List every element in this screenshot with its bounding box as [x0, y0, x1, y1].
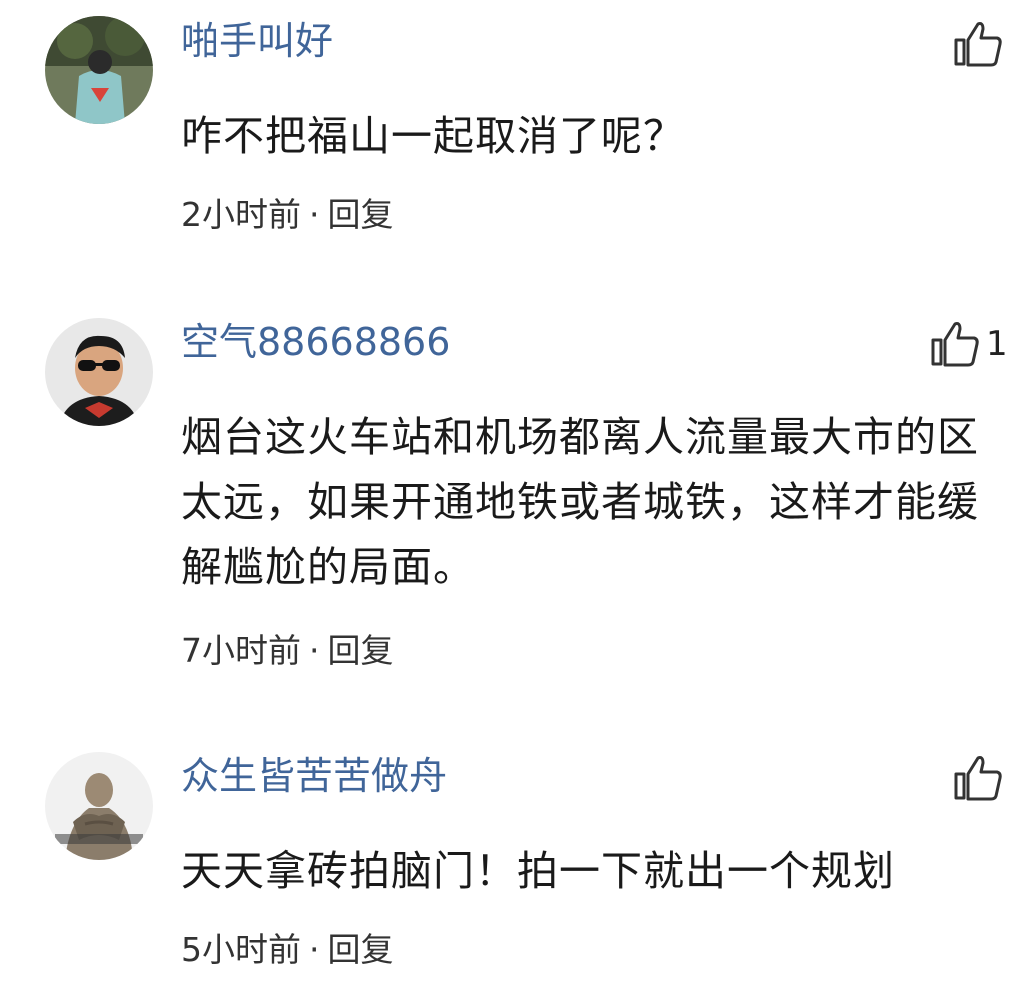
comment-meta: 2小时前 · 回复: [181, 198, 394, 231]
avatar-sunglasses-man-icon: [45, 318, 153, 426]
username[interactable]: 空气88668866: [181, 323, 450, 361]
timestamp: 5小时前: [181, 930, 301, 969]
avatar-superman-shirt-icon: [45, 16, 153, 124]
thumbs-up-icon: [931, 322, 979, 367]
comment-meta: 7小时前 · 回复: [181, 634, 394, 667]
comment-text: 烟台这火车站和机场都离人流量最大市的区太远，如果开通地铁或者城铁，这样才能缓解尴…: [181, 413, 979, 591]
avatar[interactable]: [45, 752, 153, 860]
username[interactable]: 啪手叫好: [181, 22, 333, 60]
avatar-statue-icon: [45, 752, 153, 860]
username[interactable]: 众生皆苦苦做舟: [181, 757, 447, 795]
timestamp: 7小时前: [181, 631, 301, 670]
separator: ·: [309, 631, 320, 670]
like-button[interactable]: [953, 754, 1009, 802]
reply-button[interactable]: 回复: [328, 195, 394, 234]
reply-button[interactable]: 回复: [328, 930, 394, 969]
separator: ·: [309, 195, 320, 234]
thumbs-up-icon: [954, 22, 1002, 67]
thumbs-up-icon: [954, 756, 1002, 801]
like-button[interactable]: [953, 20, 1009, 68]
comment-text: 天天拿砖拍脑门！拍一下就出一个规划: [181, 847, 895, 895]
reply-button[interactable]: 回复: [328, 631, 394, 670]
avatar[interactable]: [45, 318, 153, 426]
comment-meta: 5小时前 · 回复: [181, 933, 394, 966]
like-button[interactable]: 1: [930, 320, 1008, 368]
avatar[interactable]: [45, 16, 153, 124]
timestamp: 2小时前: [181, 195, 301, 234]
comment-text: 咋不把福山一起取消了呢？: [181, 112, 685, 160]
separator: ·: [309, 930, 320, 969]
like-count: 1: [986, 324, 1008, 364]
